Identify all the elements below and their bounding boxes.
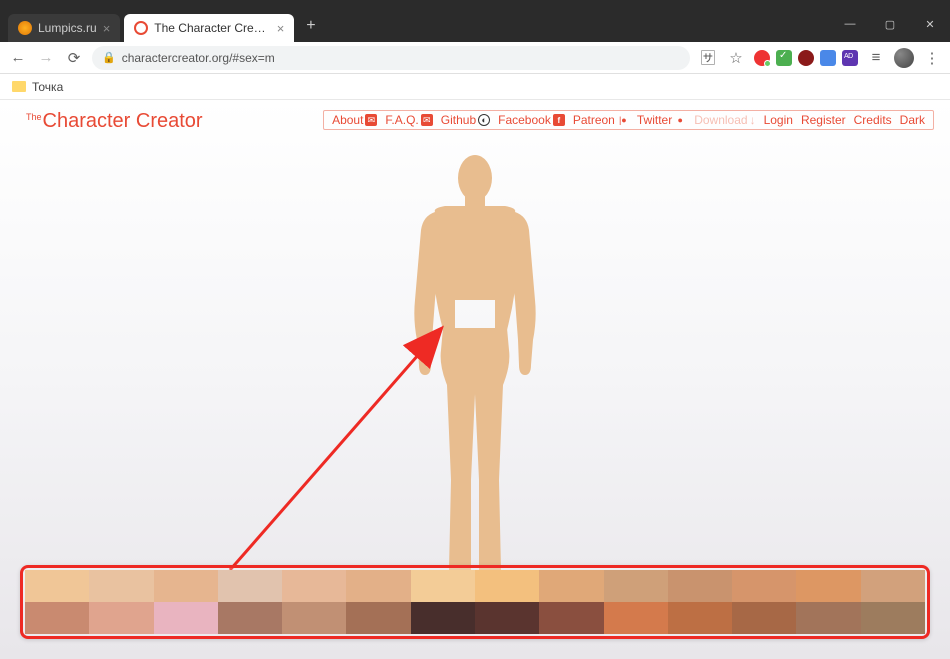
menu-icon[interactable]: ⋮ [922, 49, 942, 67]
extension-icon[interactable] [820, 50, 836, 66]
color-swatch[interactable] [668, 570, 732, 602]
menu-faq[interactable]: F.A.Q. ✉ [383, 113, 434, 127]
color-swatch[interactable] [411, 602, 475, 634]
color-swatch[interactable] [25, 570, 89, 602]
color-swatch[interactable] [25, 602, 89, 634]
maximize-button[interactable]: ▢ [870, 10, 910, 38]
profile-avatar[interactable] [894, 48, 914, 68]
window-controls: — ▢ ✕ [830, 10, 950, 38]
menu-github[interactable]: Github ◐ [439, 113, 492, 127]
reload-button[interactable]: ⟳ [64, 49, 84, 67]
app-header: TheCharacter Creator About ✉ F.A.Q. ✉ Gi… [0, 100, 950, 133]
app-menu: About ✉ F.A.Q. ✉ Github ◐ Facebook f Pat… [323, 110, 934, 130]
skin-palette [25, 570, 925, 634]
page-content: TheCharacter Creator About ✉ F.A.Q. ✉ Gi… [0, 100, 950, 659]
color-swatch[interactable] [732, 570, 796, 602]
tab-title: The Character Creator - Build vis... [154, 21, 270, 35]
color-swatch[interactable] [282, 602, 346, 634]
mail-icon: ✉ [421, 114, 433, 126]
favicon-orange-icon [18, 21, 32, 35]
color-swatch[interactable] [282, 570, 346, 602]
color-swatch[interactable] [796, 602, 860, 634]
github-icon: ◐ [478, 114, 490, 126]
color-swatch[interactable] [604, 602, 668, 634]
favicon-cc-icon [134, 21, 148, 35]
download-icon: ↓ [750, 113, 756, 127]
close-icon[interactable]: × [277, 21, 285, 36]
lock-icon: 🔒 [102, 51, 116, 64]
url-text: charactercreator.org/#sex=m [122, 51, 275, 65]
menu-about[interactable]: About ✉ [330, 113, 379, 127]
minimize-button[interactable]: — [830, 10, 870, 38]
color-swatch[interactable] [732, 602, 796, 634]
color-swatch[interactable] [475, 570, 539, 602]
logo-prefix: The [26, 112, 42, 122]
bookmarks-bar: Точка [0, 74, 950, 100]
color-swatch[interactable] [668, 602, 732, 634]
back-button[interactable]: ← [8, 49, 28, 66]
color-swatch[interactable] [539, 570, 603, 602]
menu-facebook[interactable]: Facebook f [496, 113, 567, 127]
translate-icon[interactable]: 🈂 [698, 47, 718, 68]
tab-title: Lumpics.ru [38, 21, 97, 35]
address-bar: ← → ⟳ 🔒 charactercreator.org/#sex=m 🈂 ☆ … [0, 42, 950, 74]
extensions [754, 50, 858, 66]
color-swatch[interactable] [796, 570, 860, 602]
color-swatch[interactable] [539, 602, 603, 634]
color-swatch[interactable] [861, 570, 925, 602]
tab-character-creator[interactable]: The Character Creator - Build vis... × [124, 14, 294, 42]
url-input[interactable]: 🔒 charactercreator.org/#sex=m [92, 46, 690, 70]
color-swatch[interactable] [89, 602, 153, 634]
extension-icon[interactable] [798, 50, 814, 66]
character-figure[interactable] [375, 150, 575, 610]
menu-patreon[interactable]: Patreon |● [571, 113, 631, 127]
extension-icon[interactable] [754, 50, 770, 66]
color-swatch[interactable] [411, 570, 475, 602]
menu-login[interactable]: Login [762, 113, 795, 127]
palette-row [25, 570, 925, 602]
color-swatch[interactable] [218, 602, 282, 634]
bookmark-item[interactable]: Точка [32, 80, 63, 94]
menu-credits[interactable]: Credits [852, 113, 894, 127]
patreon-icon: |● [617, 114, 629, 126]
color-swatch[interactable] [861, 602, 925, 634]
extension-icon[interactable] [776, 50, 792, 66]
color-swatch[interactable] [89, 570, 153, 602]
color-swatch[interactable] [154, 570, 218, 602]
tab-strip: Lumpics.ru × The Character Creator - Bui… [0, 10, 950, 42]
app-logo[interactable]: TheCharacter Creator [26, 110, 203, 133]
tab-lumpics[interactable]: Lumpics.ru × [8, 14, 120, 42]
new-tab-button[interactable]: + [298, 13, 323, 39]
window-titlebar [0, 0, 950, 10]
color-swatch[interactable] [346, 570, 410, 602]
forward-button[interactable]: → [36, 49, 56, 66]
menu-dark[interactable]: Dark [898, 113, 927, 127]
menu-download[interactable]: Download ↓ [692, 113, 757, 127]
logo-main: Character Creator [43, 110, 203, 132]
color-swatch[interactable] [218, 570, 282, 602]
menu-register[interactable]: Register [799, 113, 848, 127]
close-icon[interactable]: × [103, 21, 111, 36]
menu-twitter[interactable]: Twitter ● [635, 113, 688, 127]
facebook-icon: f [553, 114, 565, 126]
extension-icon[interactable] [842, 50, 858, 66]
reading-list-icon[interactable]: ≡ [866, 49, 886, 66]
skin-palette-highlight [20, 565, 930, 639]
folder-icon [12, 81, 26, 92]
color-swatch[interactable] [475, 602, 539, 634]
mail-icon: ✉ [365, 114, 377, 126]
palette-row [25, 602, 925, 634]
color-swatch[interactable] [604, 570, 668, 602]
color-swatch[interactable] [346, 602, 410, 634]
star-icon[interactable]: ☆ [726, 49, 746, 67]
color-swatch[interactable] [154, 602, 218, 634]
close-window-button[interactable]: ✕ [910, 10, 950, 38]
twitter-icon: ● [674, 114, 686, 126]
